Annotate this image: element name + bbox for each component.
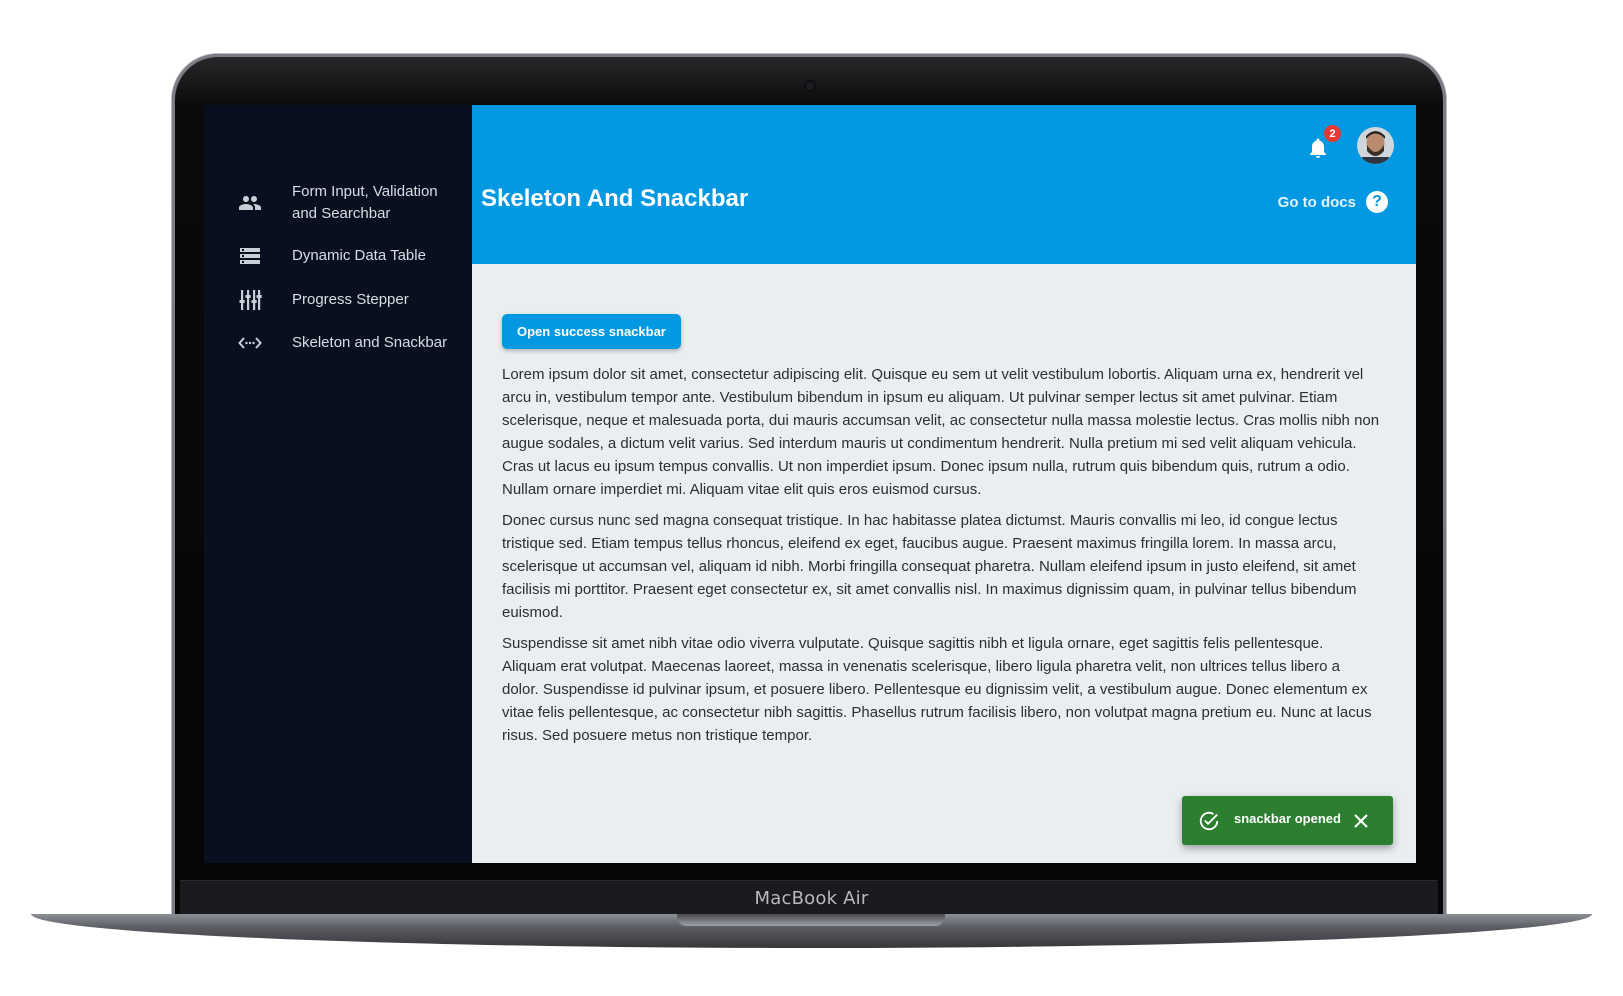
- sidebar: Form Input, Validation and Searchbar Dyn…: [204, 105, 472, 863]
- sidebar-item-label: Progress Stepper: [292, 291, 409, 308]
- sidebar-item-label: Form Input, Validation and Searchbar: [292, 183, 438, 222]
- code-icon: [238, 331, 262, 355]
- sidebar-item-skeleton-snackbar[interactable]: Skeleton and Snackbar: [204, 331, 472, 355]
- people-icon: [238, 191, 262, 215]
- main-content: Open success snackbar Lorem ipsum dolor …: [472, 264, 1416, 863]
- device-brand-label: MacBook Air: [754, 888, 869, 909]
- page-title: Skeleton And Snackbar: [481, 185, 749, 212]
- notification-badge: 2: [1324, 125, 1341, 142]
- check-circle-icon: [1198, 810, 1220, 832]
- paragraph: Lorem ipsum dolor sit amet, consectetur …: [502, 366, 1380, 498]
- avatar[interactable]: [1357, 127, 1394, 164]
- docs-link-label: Go to docs: [1277, 193, 1356, 211]
- sidebar-item-progress-stepper[interactable]: Progress Stepper: [204, 288, 472, 312]
- snackbar-message: snackbar opened: [1234, 811, 1341, 826]
- sidebar-item-label: Skeleton and Snackbar: [292, 334, 448, 351]
- close-icon[interactable]: [1352, 812, 1370, 830]
- page-header: 2 Skeleton And Snackbar Go to docs ?: [472, 105, 1416, 264]
- sidebar-item-data-table[interactable]: Dynamic Data Table: [204, 244, 472, 268]
- help-icon: ?: [1366, 191, 1388, 213]
- paragraph: Donec cursus nunc sed magna consequat tr…: [502, 512, 1357, 621]
- sidebar-item-form-input[interactable]: Form Input, Validation and Searchbar: [204, 179, 472, 227]
- success-snackbar: snackbar opened: [1182, 796, 1393, 845]
- storage-icon: [238, 244, 262, 268]
- sidebar-item-label: Dynamic Data Table: [292, 247, 426, 264]
- laptop-notch: [677, 914, 945, 926]
- app-screen: Form Input, Validation and Searchbar Dyn…: [204, 105, 1416, 863]
- camera-icon: [806, 82, 814, 90]
- tune-icon: [238, 288, 262, 312]
- paragraph: Suspendisse sit amet nibh vitae odio viv…: [502, 635, 1372, 744]
- open-snackbar-button[interactable]: Open success snackbar: [502, 314, 681, 349]
- go-to-docs-link[interactable]: Go to docs ?: [1278, 191, 1388, 213]
